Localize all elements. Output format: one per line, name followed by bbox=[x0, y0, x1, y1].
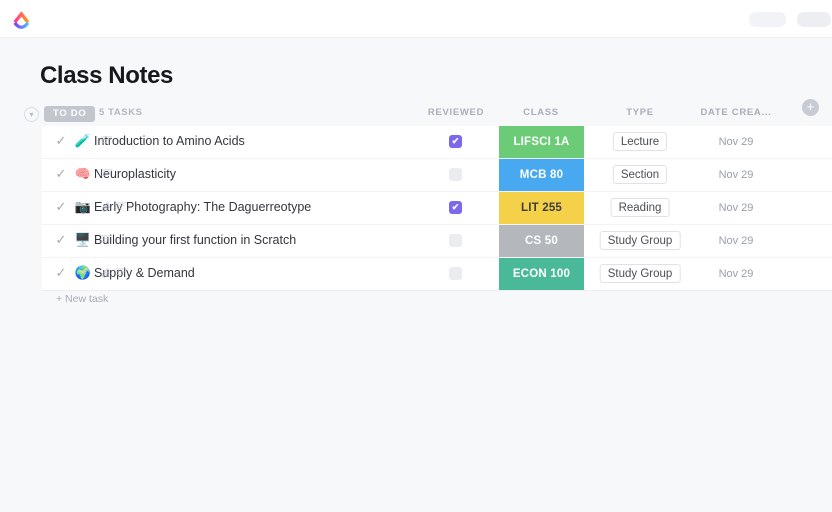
camera-emoji: 📷 bbox=[74, 199, 92, 214]
class-tag[interactable]: MCB 80 bbox=[499, 159, 584, 191]
type-tag[interactable]: Study Group bbox=[599, 231, 681, 250]
task-complete-check-icon[interactable]: ✓ bbox=[54, 266, 68, 280]
task-meta-icons bbox=[101, 235, 112, 245]
type-tag[interactable]: Section bbox=[612, 165, 668, 184]
top-bar bbox=[0, 0, 832, 38]
reviewed-checkbox[interactable] bbox=[449, 267, 462, 280]
type-cell: Study Group bbox=[598, 258, 682, 290]
task-table: ✓ 🧪 Introduction to Amino Acids ✔ LIFSCI 1A L… bbox=[42, 126, 832, 291]
description-icon[interactable] bbox=[101, 235, 112, 245]
group-header: ▾ TO DO 5 TASKS REVIEWED CLASS TYPE DATE… bbox=[0, 104, 832, 128]
class-tag[interactable]: ECON 100 bbox=[499, 258, 584, 290]
add-column-icon[interactable]: + bbox=[802, 99, 819, 116]
paperclip-icon[interactable] bbox=[101, 268, 111, 278]
table-row[interactable]: ✓ 🌍 Supply & Demand ECON 100 Study Group Nov … bbox=[42, 258, 832, 291]
new-task-button[interactable]: + New task bbox=[56, 293, 108, 305]
paperclip-icon[interactable] bbox=[101, 202, 111, 212]
date-created-cell[interactable]: Nov 29 bbox=[690, 225, 782, 257]
reviewed-checkbox[interactable]: ✔ bbox=[449, 201, 462, 214]
task-name[interactable]: Introduction to Amino Acids bbox=[94, 134, 245, 148]
column-header-date-created[interactable]: DATE CREA... bbox=[690, 107, 782, 118]
description-icon[interactable] bbox=[101, 136, 112, 146]
test-tube-emoji: 🧪 bbox=[74, 133, 92, 148]
task-meta-icons bbox=[101, 169, 112, 179]
type-cell: Reading bbox=[598, 192, 682, 224]
brain-emoji: 🧠 bbox=[74, 166, 92, 181]
class-tag[interactable]: LIFSCI 1A bbox=[499, 126, 584, 158]
class-tag[interactable]: CS 50 bbox=[499, 225, 584, 257]
table-row[interactable]: ✓ 📷 Early Photography: The Daguerreotype ✔ L… bbox=[42, 192, 832, 225]
type-cell: Study Group bbox=[598, 225, 682, 257]
topbar-placeholder-2[interactable] bbox=[797, 12, 831, 27]
reviewed-checkbox[interactable] bbox=[449, 234, 462, 247]
table-row[interactable]: ✓ 🖥️ Building your first function in Scrat… bbox=[42, 225, 832, 258]
globe-emoji: 🌍 bbox=[74, 265, 92, 280]
topbar-placeholder-1[interactable] bbox=[749, 12, 786, 27]
type-tag[interactable]: Reading bbox=[610, 198, 670, 217]
reviewed-checkbox[interactable]: ✔ bbox=[449, 135, 462, 148]
task-complete-check-icon[interactable]: ✓ bbox=[54, 233, 68, 247]
task-meta-icons bbox=[101, 136, 112, 146]
column-header-class[interactable]: CLASS bbox=[499, 107, 583, 118]
desktop-computer-emoji: 🖥️ bbox=[74, 232, 92, 247]
chevron-down-icon[interactable]: ▾ bbox=[24, 107, 39, 122]
app-root: Class Notes ▾ TO DO 5 TASKS REVIEWED CLA… bbox=[0, 0, 832, 512]
date-created-cell[interactable]: Nov 29 bbox=[690, 159, 782, 191]
reviewed-checkbox[interactable] bbox=[449, 168, 462, 181]
task-complete-check-icon[interactable]: ✓ bbox=[54, 134, 68, 148]
type-tag[interactable]: Study Group bbox=[599, 264, 681, 283]
description-icon[interactable] bbox=[101, 169, 112, 179]
type-cell: Lecture bbox=[598, 126, 682, 158]
clickup-logo-icon[interactable] bbox=[11, 9, 32, 30]
column-header-type[interactable]: TYPE bbox=[598, 107, 682, 118]
type-tag[interactable]: Lecture bbox=[612, 132, 668, 151]
page-title: Class Notes bbox=[40, 62, 173, 89]
table-row[interactable]: ✓ 🧠 Neuroplasticity MCB 80 Section Nov 29 bbox=[42, 159, 832, 192]
description-icon[interactable] bbox=[116, 268, 127, 278]
date-created-cell[interactable]: Nov 29 bbox=[690, 192, 782, 224]
task-name[interactable]: Building your first function in Scratch bbox=[94, 233, 296, 247]
task-complete-check-icon[interactable]: ✓ bbox=[54, 200, 68, 214]
task-count: 5 TASKS bbox=[99, 107, 143, 118]
status-badge[interactable]: TO DO bbox=[44, 106, 96, 122]
task-complete-check-icon[interactable]: ✓ bbox=[54, 167, 68, 181]
class-tag[interactable]: LIT 255 bbox=[499, 192, 584, 224]
task-meta-icons bbox=[101, 202, 127, 212]
date-created-cell[interactable]: Nov 29 bbox=[690, 258, 782, 290]
table-row[interactable]: ✓ 🧪 Introduction to Amino Acids ✔ LIFSCI 1A L… bbox=[42, 126, 832, 159]
column-header-reviewed[interactable]: REVIEWED bbox=[414, 107, 498, 118]
type-cell: Section bbox=[598, 159, 682, 191]
task-meta-icons bbox=[101, 268, 127, 278]
date-created-cell[interactable]: Nov 29 bbox=[690, 126, 782, 158]
description-icon[interactable] bbox=[116, 202, 127, 212]
